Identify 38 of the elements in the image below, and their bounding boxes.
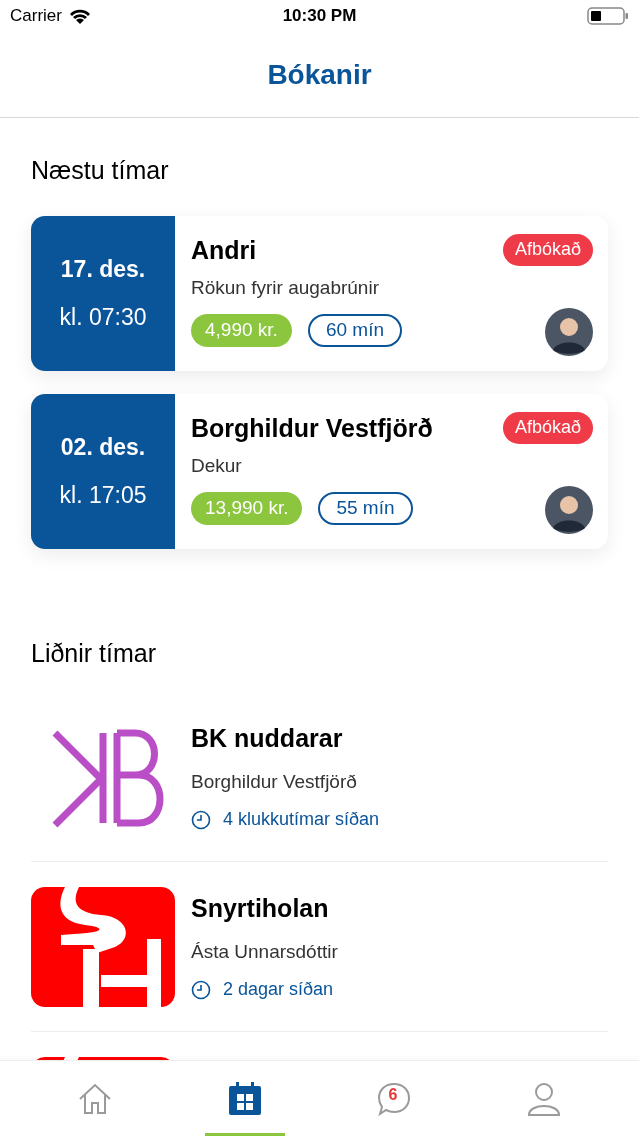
calendar-icon bbox=[227, 1081, 262, 1116]
battery-icon bbox=[587, 6, 629, 26]
section-heading: Næstu tímar bbox=[31, 155, 170, 186]
staff-name: Ásta Unnarsdóttir bbox=[191, 939, 338, 964]
tab-bar-item[interactable]: 6 bbox=[354, 1060, 435, 1136]
service-name: Rökun fyrir augabrúnir bbox=[191, 275, 380, 300]
time-ago: 4 klukkutímar síðan bbox=[223, 808, 380, 831]
booking-card[interactable]: 02. des. kl. 17:05 Borghildur Vestfjörð Dekur 13,990 kr. 55 mín Afbókað bbox=[31, 393, 608, 549]
status-badge: Afbókað bbox=[502, 233, 593, 266]
provider-name: Snyrtiholan bbox=[191, 893, 330, 924]
booking-time: kl. 07:30 bbox=[59, 303, 147, 332]
wifi-icon bbox=[69, 8, 90, 24]
duration-tag: 55 mín bbox=[318, 492, 413, 525]
booking-card[interactable]: 17. des. kl. 07:30 Andri Rökun fyrir augabrúnir 4,990 kr. 60 mín Afbókað bbox=[31, 215, 608, 371]
price-tag: 4,990 kr. bbox=[191, 314, 292, 347]
service-name: Dekur bbox=[191, 453, 243, 478]
clock-icon bbox=[191, 979, 211, 1000]
carrier-label: Carrier bbox=[10, 5, 62, 28]
booking-date: 17. des. bbox=[60, 254, 146, 284]
avatar bbox=[545, 485, 593, 534]
booking-date: 02. des. bbox=[60, 432, 146, 462]
provider-name: Andri bbox=[191, 234, 258, 266]
staff-name: Borghildur Vestfjörð bbox=[191, 769, 358, 794]
provider-name: Borghildur Vestfjörð bbox=[191, 412, 434, 444]
avatar bbox=[545, 307, 593, 356]
unread-count: 6 bbox=[388, 1084, 398, 1105]
page-title: Bókanir bbox=[267, 57, 372, 92]
price-tag: 13,990 kr. bbox=[191, 492, 303, 525]
time-ago: 2 dagar síðan bbox=[223, 978, 334, 1001]
status-badge: Afbókað bbox=[502, 411, 593, 444]
clock-icon bbox=[191, 809, 211, 830]
booking-time: kl. 17:05 bbox=[59, 481, 147, 510]
section-heading: Liðnir tímar bbox=[31, 637, 158, 669]
chat-bubble-icon bbox=[376, 1080, 413, 1117]
clock-time: 10:30 PM bbox=[282, 5, 357, 28]
duration-tag: 60 mín bbox=[307, 314, 402, 347]
provider-name: BK nuddarar bbox=[191, 723, 344, 754]
user-icon bbox=[526, 1080, 563, 1117]
